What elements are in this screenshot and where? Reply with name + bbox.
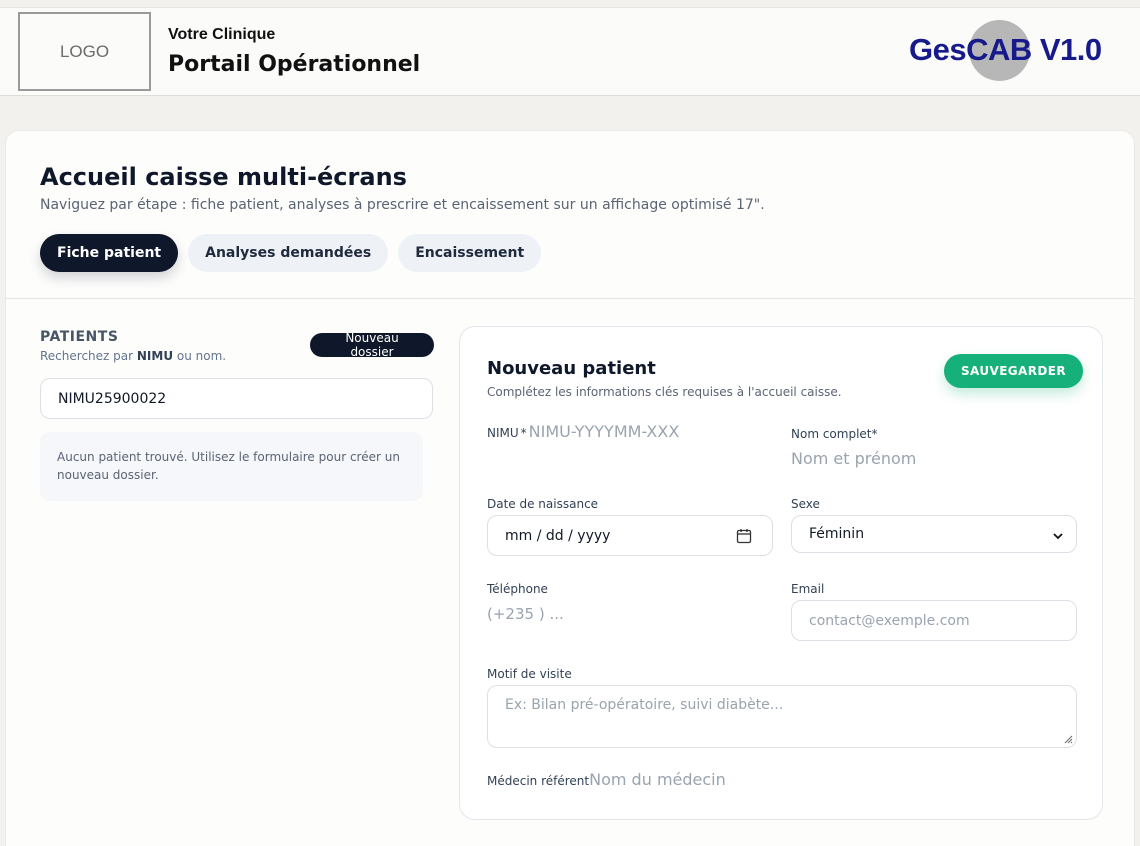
fullname-input[interactable]: Nom et prénom	[791, 449, 916, 468]
tab-fiche-patient[interactable]: Fiche patient	[40, 234, 179, 272]
nimu-field[interactable]: NIMU * NIMU-YYYYMM-XXX	[487, 422, 679, 441]
nimu-placeholder: NIMU-YYYYMM-XXX	[528, 422, 680, 441]
chevron-down-icon	[1053, 533, 1063, 540]
motif-textarea[interactable]: Ex: Bilan pré-opératoire, suivi diabète.…	[487, 685, 1077, 748]
clinic-logo: LOGO	[18, 12, 151, 91]
form-subtitle: Complétez les informations clés requises…	[487, 385, 842, 399]
phone-input[interactable]: (+235 ) ...	[487, 605, 564, 623]
sex-select[interactable]: Féminin	[791, 515, 1077, 553]
nimu-label: NIMU	[487, 426, 519, 440]
patients-panel: PATIENTS Recherchez par NIMU ou nom. Nou…	[40, 329, 434, 501]
new-patient-form: Nouveau patient Complétez les informatio…	[459, 326, 1103, 820]
brand-logo: GesCAB V1.0	[909, 20, 1109, 86]
dob-placeholder: mm / dd / yyyy	[505, 527, 611, 544]
section-divider	[6, 298, 1134, 299]
no-patient-message: Aucun patient trouvé. Utilisez le formul…	[40, 432, 423, 501]
sex-value: Féminin	[809, 526, 865, 542]
patient-search-input[interactable]	[40, 378, 433, 419]
dob-input[interactable]: mm / dd / yyyy	[487, 515, 773, 556]
motif-label: Motif de visite	[487, 667, 572, 681]
patients-subtitle-prefix: Recherchez par	[40, 349, 134, 363]
top-bar: LOGO Votre Clinique Portail Opérationnel…	[0, 7, 1140, 96]
email-input[interactable]: contact@exemple.com	[791, 600, 1077, 641]
doctor-label: Médecin référent	[487, 774, 590, 788]
dob-label: Date de naissance	[487, 497, 599, 511]
page-title: Accueil caisse multi-écrans	[40, 163, 407, 191]
resize-handle-icon[interactable]	[1063, 734, 1073, 744]
main-card: Accueil caisse multi-écrans Naviguez par…	[5, 130, 1135, 846]
fullname-label: Nom complet*	[791, 427, 878, 441]
sex-label: Sexe	[791, 497, 820, 511]
nimu-required-star: *	[520, 426, 527, 440]
patients-subtitle-suffix: ou nom.	[176, 349, 227, 363]
calendar-icon[interactable]	[736, 528, 752, 544]
step-tabs: Fiche patient Analyses demandées Encaiss…	[40, 234, 542, 272]
portal-name: Portail Opérationnel	[168, 52, 421, 77]
clinic-name: Votre Clinique	[168, 26, 276, 43]
motif-placeholder: Ex: Bilan pré-opératoire, suivi diabète.…	[505, 697, 784, 713]
new-file-button[interactable]: Nouveau dossier	[310, 331, 434, 359]
save-button[interactable]: SAUVEGARDER	[944, 354, 1083, 388]
phone-label: Téléphone	[487, 582, 548, 596]
brand-text: GesCAB V1.0	[909, 32, 1102, 67]
email-label: Email	[791, 582, 825, 596]
email-placeholder: contact@exemple.com	[809, 612, 970, 629]
tab-analyses-demandees[interactable]: Analyses demandées	[188, 234, 389, 272]
page-subtitle: Naviguez par étape : fiche patient, anal…	[40, 197, 765, 213]
doctor-field[interactable]: Médecin référent Nom du médecin	[487, 770, 726, 789]
doctor-placeholder: Nom du médecin	[589, 770, 726, 789]
tab-encaissement[interactable]: Encaissement	[398, 234, 542, 272]
patients-subtitle-code: NIMU	[136, 349, 174, 363]
form-title: Nouveau patient	[487, 358, 656, 379]
